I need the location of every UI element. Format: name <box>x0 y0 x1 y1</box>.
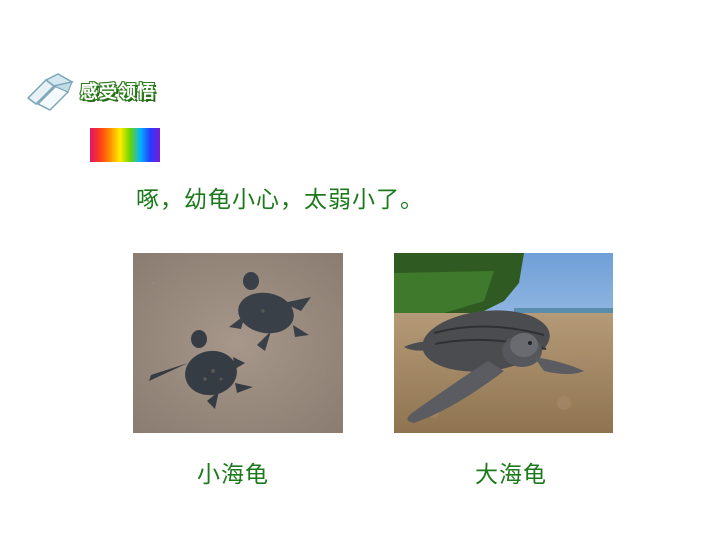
caption-baby-turtle: 小海龟 <box>197 462 269 488</box>
baby-turtles-photo <box>133 253 343 433</box>
caption-adult-turtle: 大海龟 <box>475 462 547 488</box>
slide: 感受领悟 啄，幼龟小心，太弱小了。 小海龟 大海龟 <box>0 0 720 540</box>
section-title: 感受领悟 <box>80 82 156 103</box>
adult-turtle-photo <box>394 253 613 433</box>
main-sentence: 啄，幼龟小心，太弱小了。 <box>136 187 424 213</box>
open-book-icon <box>24 70 76 112</box>
rainbow-bar <box>90 128 160 162</box>
